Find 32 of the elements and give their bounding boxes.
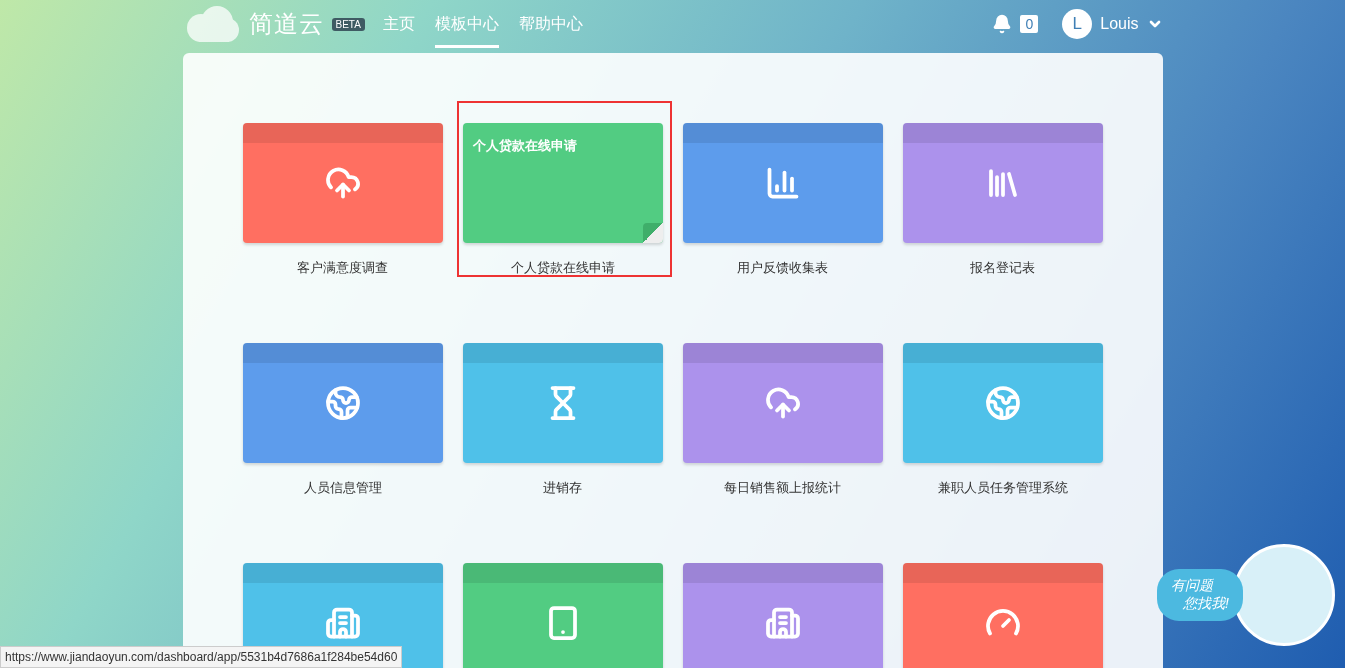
template-card[interactable] bbox=[462, 343, 663, 463]
template-card[interactable] bbox=[682, 343, 883, 463]
url-status-tooltip: https://www.jiandaoyun.com/dashboard/app/5531b4d7686a1f284be54d60 bbox=[0, 646, 403, 668]
template-name[interactable]: 个人贷款在线申请 bbox=[510, 259, 615, 277]
building-icon bbox=[764, 605, 801, 641]
card-title: 个人贷款在线申请 bbox=[472, 137, 577, 155]
globe-icon bbox=[984, 385, 1021, 421]
notification-count: 0 bbox=[1020, 15, 1039, 33]
upload-icon bbox=[764, 385, 801, 421]
template-card[interactable] bbox=[462, 563, 663, 668]
template-name[interactable]: 进销存 bbox=[543, 479, 582, 497]
template-name[interactable]: 每日销售额上报统计 bbox=[724, 479, 841, 497]
brand-name: 简道云 bbox=[248, 9, 324, 39]
template-card[interactable] bbox=[902, 343, 1103, 463]
page-curl-icon bbox=[642, 223, 663, 243]
template-name[interactable]: 报名登记表 bbox=[970, 259, 1035, 277]
building-icon bbox=[324, 605, 361, 641]
template-card[interactable] bbox=[682, 563, 883, 668]
bell-icon[interactable] bbox=[992, 14, 1013, 34]
template-card[interactable] bbox=[902, 563, 1103, 668]
template-card[interactable] bbox=[242, 343, 443, 463]
template-name[interactable]: 客户满意度调查 bbox=[297, 259, 388, 277]
template-name[interactable]: 兼职人员任务管理系统 bbox=[937, 479, 1068, 497]
template-card[interactable] bbox=[902, 123, 1103, 243]
template-name[interactable]: 用户反馈收集表 bbox=[737, 259, 828, 277]
globe-icon bbox=[324, 385, 361, 421]
template-name[interactable]: 人员信息管理 bbox=[303, 479, 382, 497]
user-avatar[interactable]: L bbox=[1062, 9, 1093, 39]
template-card[interactable] bbox=[682, 123, 883, 243]
upload-icon bbox=[324, 165, 361, 201]
beta-badge: BETA bbox=[331, 17, 365, 31]
template-card[interactable] bbox=[242, 123, 443, 243]
